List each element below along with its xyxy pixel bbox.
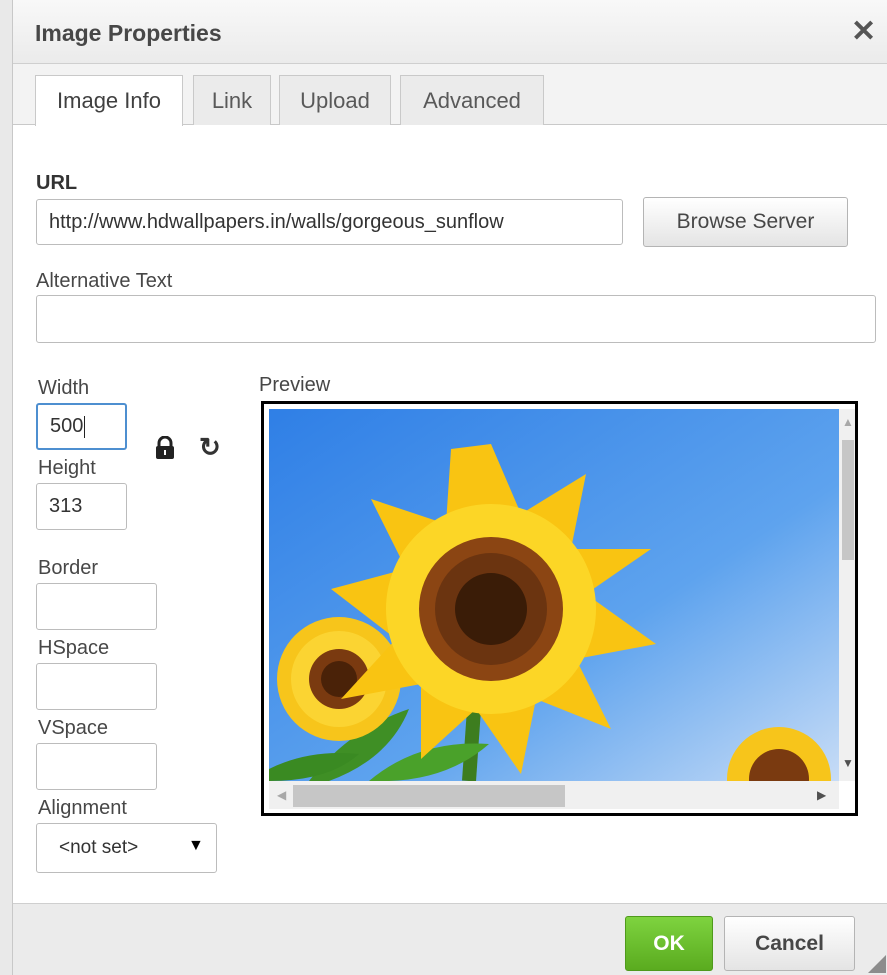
preview-horizontal-scrollbar[interactable]: ◀ ▶ — [269, 781, 839, 809]
lock-icon[interactable] — [154, 435, 176, 467]
url-label: URL — [36, 172, 78, 194]
width-label: Width — [38, 377, 90, 399]
scroll-down-icon[interactable]: ▼ — [842, 756, 854, 770]
tab-bar: Image Info Link Upload Advanced — [13, 64, 887, 126]
lock-icon-svg — [156, 435, 174, 459]
hspace-input[interactable] — [36, 663, 157, 710]
dialog-title: Image Properties — [35, 20, 222, 46]
preview-label: Preview — [259, 374, 331, 396]
preview-image — [269, 409, 839, 781]
browse-server-button[interactable]: Browse Server — [643, 197, 848, 247]
dialog-footer: OK Cancel — [13, 903, 887, 975]
dialog-titlebar[interactable]: Image Properties ✕ — [13, 0, 887, 64]
alt-text-label: Alternative Text — [36, 270, 173, 292]
tab-advanced[interactable]: Advanced — [400, 75, 544, 125]
cancel-button[interactable]: Cancel — [724, 916, 855, 971]
tab-upload[interactable]: Upload — [279, 75, 391, 125]
width-value: 500 — [50, 415, 84, 437]
preview-vertical-scrollbar[interactable]: ▲ ▼ — [839, 409, 855, 781]
scroll-left-icon[interactable]: ◀ — [277, 788, 286, 802]
tab-link[interactable]: Link — [193, 75, 271, 125]
alignment-select[interactable]: <not set> ▼ — [36, 823, 217, 873]
chevron-down-icon: ▼ — [188, 837, 204, 854]
scroll-up-icon[interactable]: ▲ — [842, 415, 854, 429]
sunflower-image — [269, 409, 839, 781]
resize-grip-icon[interactable] — [868, 955, 886, 973]
reset-size-icon[interactable]: ↻ — [199, 432, 221, 463]
border-input[interactable] — [36, 583, 157, 630]
tab-image-info[interactable]: Image Info — [35, 75, 183, 126]
height-label: Height — [38, 457, 96, 479]
alignment-label: Alignment — [38, 797, 127, 819]
alt-text-input[interactable] — [36, 295, 876, 343]
vspace-input[interactable] — [36, 743, 157, 790]
url-input[interactable]: http://www.hdwallpapers.in/walls/gorgeou… — [36, 199, 623, 245]
hspace-label: HSpace — [38, 637, 110, 659]
image-properties-dialog: Image Properties ✕ Image Info Link Uploa… — [12, 0, 887, 975]
text-caret — [84, 415, 86, 438]
horizontal-scroll-thumb[interactable] — [293, 785, 565, 807]
width-input[interactable]: 500 — [36, 403, 127, 450]
border-label: Border — [38, 557, 99, 579]
close-icon[interactable]: ✕ — [851, 14, 876, 49]
ok-button[interactable]: OK — [625, 916, 713, 971]
alignment-value: <not set> — [59, 837, 139, 858]
preview-frame: ▲ ▼ ◀ ▶ — [261, 401, 858, 816]
vertical-scroll-thumb[interactable] — [842, 440, 854, 560]
height-input[interactable]: 313 — [36, 483, 127, 530]
vspace-label: VSpace — [38, 717, 109, 739]
scroll-right-icon[interactable]: ▶ — [817, 788, 826, 802]
